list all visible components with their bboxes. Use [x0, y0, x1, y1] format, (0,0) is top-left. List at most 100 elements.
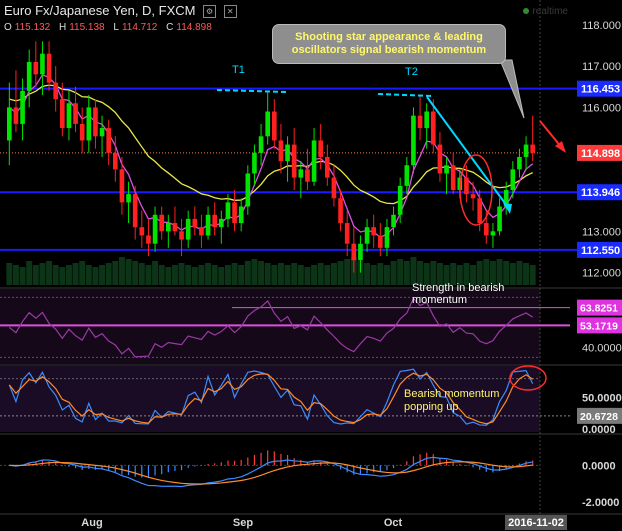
time-axis-label: Sep — [233, 517, 253, 529]
candle-body — [391, 214, 396, 228]
candle-body — [298, 169, 304, 178]
candle-body — [53, 82, 59, 100]
price-tick-label: 116.000 — [582, 102, 621, 114]
candle-body — [384, 227, 390, 248]
candle-body — [364, 227, 370, 244]
volume-bar — [92, 267, 99, 285]
candle-body — [106, 128, 112, 153]
volume-bar — [390, 261, 397, 285]
candle-body — [430, 111, 436, 145]
candle-body — [497, 206, 502, 232]
volume-bar — [32, 265, 39, 285]
candle-body — [318, 140, 324, 157]
chart-header: Euro Fx/Japanese Yen, D, FXCM ⚙ ✕ — [4, 3, 237, 19]
t2-label: T2 — [405, 66, 418, 78]
candle-body — [205, 214, 211, 236]
candle-body — [13, 107, 19, 124]
candle-body — [146, 235, 151, 244]
candle-body — [483, 223, 489, 236]
volume-bar — [337, 261, 344, 285]
candle-body — [338, 198, 343, 224]
candle-body — [523, 144, 529, 157]
price-tick-label: 117.000 — [582, 61, 621, 73]
candle-body — [139, 227, 145, 236]
candle-body — [119, 169, 125, 203]
candle-body — [112, 152, 118, 170]
candle-body — [46, 53, 52, 83]
level-tag-label: 113.946 — [581, 187, 620, 199]
volume-bar — [251, 259, 258, 285]
rsi-note: Strength in bearish momentum — [412, 282, 505, 306]
volume-bar — [330, 263, 337, 285]
candle-body — [40, 53, 45, 75]
candle-body — [86, 107, 92, 141]
candle-body — [324, 156, 330, 178]
volume-bar — [410, 257, 417, 285]
level-tag-label: 116.453 — [581, 84, 620, 96]
volume-bar — [258, 261, 265, 285]
macd-tick-label: 0.0000 — [582, 460, 616, 472]
date-tag-label: 2016-11-02 — [508, 517, 564, 529]
symbol-title: Euro Fx/Japanese Yen, D, FXCM — [4, 3, 196, 18]
last-price-tag-label: 114.898 — [581, 148, 620, 160]
volume-bar — [138, 263, 145, 285]
close-icon[interactable]: ✕ — [223, 5, 237, 19]
volume-bar — [344, 259, 351, 285]
time-axis-label: Oct — [384, 517, 403, 529]
candle-body — [285, 144, 290, 162]
candle-body — [305, 169, 310, 182]
candle-body — [232, 202, 237, 224]
volume-bar — [19, 267, 26, 285]
candle-body — [33, 61, 39, 75]
volume-bar — [12, 265, 19, 285]
candle-body — [20, 90, 25, 124]
price-tick-label: 113.000 — [582, 226, 621, 238]
candle-body — [73, 103, 78, 124]
candle-body — [358, 243, 363, 261]
volume-bar — [377, 263, 384, 285]
stoch-tick-label: 0.0000 — [582, 424, 616, 436]
volume-bar — [311, 265, 318, 285]
candle-body — [93, 107, 98, 137]
candle-body — [212, 214, 218, 228]
time-axis-label: Aug — [81, 517, 102, 529]
volume-bar — [158, 265, 165, 285]
volume-bar — [297, 265, 304, 285]
candle-body — [218, 218, 224, 228]
volume-bar — [271, 265, 278, 285]
volume-bar — [231, 263, 238, 285]
candle-body — [477, 198, 483, 224]
volume-bar — [317, 263, 324, 285]
volume-bar — [39, 263, 46, 285]
ohlc-readout: O 115.132 H 115.138 L 114.712 C 114.898 — [4, 22, 218, 33]
volume-bar — [171, 265, 178, 285]
open-key: O — [4, 22, 12, 33]
volume-bar — [397, 259, 404, 285]
rsi-tick-label: 40.0000 — [582, 342, 622, 354]
candle-body — [291, 144, 297, 178]
volume-bar — [26, 261, 33, 285]
price-tick-label: 112.000 — [582, 268, 621, 280]
volume-bar — [79, 261, 86, 285]
candle-body — [66, 103, 72, 129]
volume-bar — [304, 267, 311, 285]
candle-body — [172, 223, 178, 232]
volume-bar — [238, 265, 245, 285]
volume-bar — [291, 263, 298, 285]
realtime-dot-icon — [523, 8, 530, 14]
candle-body — [126, 194, 131, 203]
stoch-tick-label: 50.0000 — [582, 392, 622, 404]
candle-body — [258, 136, 264, 153]
candle-body — [377, 235, 383, 248]
volume-bar — [324, 265, 331, 285]
candle-body — [159, 214, 165, 232]
volume-bar — [198, 265, 205, 285]
candle-body — [6, 107, 12, 141]
settings-icon[interactable]: ⚙ — [203, 5, 217, 19]
volume-bar — [224, 265, 231, 285]
candle-body — [444, 165, 449, 174]
candle-body — [371, 227, 377, 236]
candle-body — [26, 61, 32, 91]
candle-body — [417, 115, 423, 129]
candle-body — [464, 177, 469, 195]
